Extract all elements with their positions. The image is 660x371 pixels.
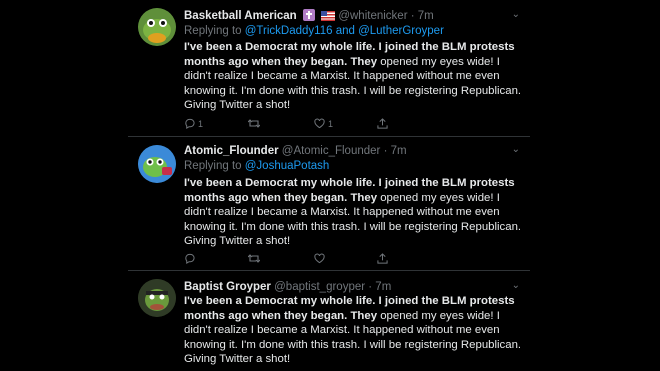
- tweet-item[interactable]: Basketball American @whitenicker · 7m ⌄ …: [128, 0, 530, 136]
- retweet-icon: [248, 254, 260, 263]
- tweet-item[interactable]: Baptist Groyper @baptist_groyper · 7m ⌄ …: [128, 271, 530, 371]
- tweet-text: I've been a Democrat my whole life. I jo…: [184, 176, 522, 249]
- mention-link[interactable]: @LutherGroyper: [358, 25, 444, 37]
- retweet-button[interactable]: [248, 253, 260, 264]
- caret-down-icon[interactable]: ⌄: [512, 280, 520, 291]
- retweet-button[interactable]: [248, 118, 260, 129]
- flag-icon: [321, 11, 336, 25]
- caret-down-icon[interactable]: ⌄: [512, 144, 520, 155]
- reply-icon: [185, 253, 195, 264]
- tweet-item[interactable]: Atomic_Flounder @Atomic_Flounder · 7m ⌄ …: [128, 137, 530, 270]
- like-icon: [314, 118, 325, 129]
- display-name[interactable]: Atomic_Flounder: [184, 145, 279, 157]
- like-icon: [314, 253, 325, 264]
- reply-button[interactable]: [184, 253, 195, 264]
- timestamp[interactable]: · 7m: [411, 10, 434, 22]
- mention-link[interactable]: @JoshuaPotash: [245, 160, 330, 172]
- reply-context: Replying to @JoshuaPotash: [184, 159, 329, 173]
- tweet-actions: 1 1: [184, 118, 424, 132]
- tweet-header: Basketball American @whitenicker · 7m: [184, 9, 520, 25]
- like-button[interactable]: 1: [314, 118, 333, 129]
- tweet-text: I've been a Democrat my whole life. I jo…: [184, 40, 522, 113]
- share-icon: [377, 253, 388, 264]
- tweet-header: Atomic_Flounder @Atomic_Flounder · 7m: [184, 144, 520, 158]
- display-name[interactable]: Baptist Groyper: [184, 281, 271, 293]
- caret-down-icon[interactable]: ⌄: [512, 9, 520, 20]
- tweet-actions: [184, 253, 424, 267]
- reply-icon: [185, 118, 195, 129]
- share-button[interactable]: [377, 253, 388, 264]
- avatar[interactable]: [138, 145, 176, 183]
- like-button[interactable]: [314, 253, 325, 264]
- share-icon: [377, 118, 388, 129]
- timestamp[interactable]: · 7m: [384, 145, 407, 157]
- tweet-text: I've been a Democrat my whole life. I jo…: [184, 294, 522, 367]
- timestamp[interactable]: · 7m: [368, 281, 391, 293]
- reply-prefix: Replying to: [184, 25, 242, 37]
- cross-badge-icon: [302, 9, 315, 25]
- display-name[interactable]: Basketball American: [184, 10, 297, 22]
- handle[interactable]: @baptist_groyper: [274, 281, 365, 293]
- avatar[interactable]: [138, 8, 176, 46]
- reply-and[interactable]: and: [336, 25, 355, 37]
- reply-count: 1: [198, 118, 204, 129]
- tweet-header: Baptist Groyper @baptist_groyper · 7m: [184, 280, 520, 294]
- mention-link[interactable]: @TrickDaddy116: [245, 25, 333, 37]
- like-count: 1: [328, 118, 334, 129]
- reply-context: Replying to @TrickDaddy116 and @LutherGr…: [184, 24, 444, 38]
- avatar[interactable]: [138, 279, 176, 317]
- handle[interactable]: @Atomic_Flounder: [282, 145, 381, 157]
- reply-button[interactable]: 1: [184, 118, 203, 129]
- handle[interactable]: @whitenicker: [338, 10, 407, 22]
- share-button[interactable]: [377, 118, 388, 129]
- tweet-feed: Basketball American @whitenicker · 7m ⌄ …: [128, 0, 530, 371]
- reply-prefix: Replying to: [184, 160, 242, 172]
- retweet-icon: [248, 119, 260, 128]
